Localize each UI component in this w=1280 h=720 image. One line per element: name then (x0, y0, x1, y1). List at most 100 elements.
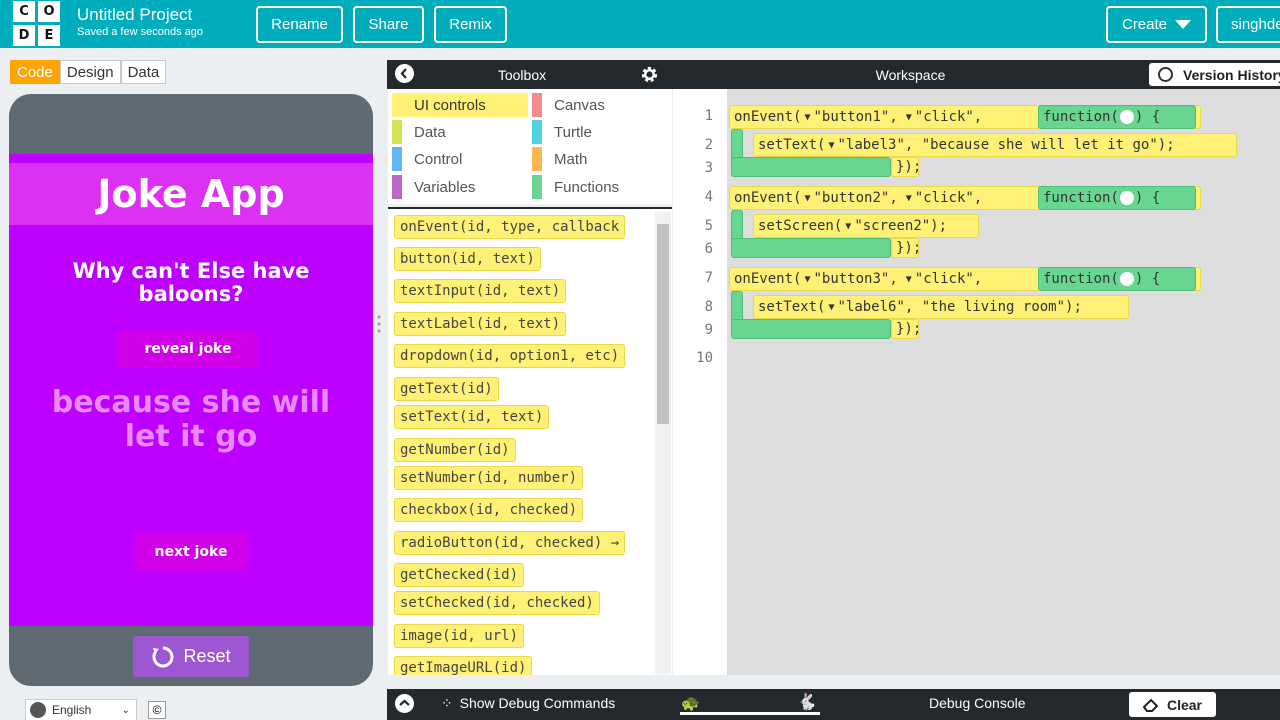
onevent-close: }); (891, 319, 921, 339)
toolbox-block-textlabel[interactable]: textLabel(id, text) (394, 312, 567, 336)
code-keyword: function( (1043, 109, 1119, 125)
function-close (731, 319, 891, 339)
dropdown-arrow-icon[interactable]: ▼ (804, 193, 810, 204)
line-number: 9 (704, 322, 713, 338)
reset-icon (152, 646, 174, 667)
resize-grip-icon[interactable] (377, 314, 381, 334)
category-label: Math (554, 150, 588, 168)
logo-letter: O (38, 1, 60, 22)
param-slot[interactable] (1119, 272, 1134, 286)
category-label: Functions (554, 178, 620, 196)
toolbox-block-textinput[interactable]: textInput(id, text) (394, 279, 567, 303)
category-variables[interactable]: Variables (392, 175, 528, 199)
user-menu-button[interactable]: singhde (1216, 6, 1280, 43)
toolbox-block-getchecked[interactable]: getChecked(id) (394, 563, 525, 587)
onevent-close: }); (891, 238, 921, 258)
category-label: Turtle (554, 123, 592, 141)
toolbox-block-dropdown[interactable]: dropdown(id, option1, etc) (394, 344, 626, 368)
event-type-value: "click", (914, 190, 983, 206)
category-turtle[interactable]: Turtle (532, 120, 668, 144)
dropdown-arrow-icon[interactable]: ▼ (828, 302, 834, 313)
gear-icon[interactable] (640, 65, 659, 84)
tab-data[interactable]: Data (120, 60, 167, 84)
category-ui-controls[interactable]: UI controls (392, 93, 528, 117)
code-keyword: onEvent( (734, 190, 802, 206)
settext-block[interactable]: setText( ▼ "label6", "the living room"); (753, 295, 1129, 319)
function-block[interactable]: function( ) { (1038, 105, 1196, 129)
dropdown-arrow-icon[interactable]: ▼ (906, 193, 912, 204)
param-slot[interactable] (1119, 191, 1134, 205)
function-block[interactable]: function( ) { (1038, 186, 1196, 210)
spinner-icon: ⁘ (441, 695, 453, 711)
project-title: Untitled Project (77, 5, 193, 24)
show-debug-commands-button[interactable]: ⁘ Show Debug Commands (441, 695, 615, 712)
caret-down-icon (1175, 20, 1192, 29)
version-history-button[interactable]: Version History (1149, 63, 1280, 86)
function-block[interactable]: function( ) { (1038, 267, 1196, 291)
app-preview-phone: Joke App Why can't Else have baloons? re… (9, 94, 373, 686)
clear-console-button[interactable]: Clear (1129, 692, 1216, 717)
speed-slider[interactable] (680, 712, 820, 715)
category-swatch (532, 147, 542, 171)
code-keyword: setText( (758, 137, 826, 153)
toolbox-block-getimageurl[interactable]: getImageURL(id) (394, 656, 533, 675)
debug-console-title: Debug Console (929, 695, 1026, 711)
reveal-joke-button[interactable]: reveal joke (118, 331, 258, 367)
param-slot[interactable] (1119, 110, 1134, 124)
next-joke-button[interactable]: next joke (135, 533, 247, 571)
language-select[interactable]: English ⌄ (25, 699, 137, 720)
copyright-icon[interactable]: © (148, 701, 166, 719)
code-org-logo[interactable]: C O D E (13, 1, 60, 46)
toolbox-block-checkbox[interactable]: checkbox(id, checked) (394, 498, 584, 522)
toolbox-scroll-thumb[interactable] (657, 224, 669, 424)
chevron-down-icon: ⌄ (121, 704, 130, 716)
remix-button[interactable]: Remix (434, 6, 507, 43)
toolbox-block-button[interactable]: button(id, text) (394, 247, 541, 271)
toolbox-block-onevent[interactable]: onEvent(id, type, callback (394, 215, 626, 239)
category-swatch (392, 147, 402, 171)
toolbox-block-settext[interactable]: setText(id, text) (394, 405, 550, 429)
settext-block[interactable]: setText( ▼ "label3", "because she will l… (753, 133, 1237, 157)
setscreen-block[interactable]: setScreen( ▼ "screen2"); (753, 214, 979, 238)
category-functions[interactable]: Functions (532, 175, 668, 199)
dropdown-arrow-icon[interactable]: ▼ (804, 274, 810, 285)
workspace-title: Workspace (875, 67, 946, 83)
category-canvas[interactable]: Canvas (532, 93, 668, 117)
dropdown-arrow-icon[interactable]: ▼ (845, 221, 851, 232)
category-math[interactable]: Math (532, 147, 668, 171)
toolbox-block-setchecked[interactable]: setChecked(id, checked) (394, 591, 600, 615)
category-label: Control (414, 150, 463, 168)
category-data[interactable]: Data (392, 120, 528, 144)
tab-design[interactable]: Design (59, 60, 121, 84)
user-name: singhde (1231, 16, 1280, 33)
rename-button[interactable]: Rename (256, 6, 343, 43)
dropdown-arrow-icon[interactable]: ▼ (828, 140, 834, 151)
toolbox-block-radiobutton[interactable]: radioButton(id, checked) → (394, 531, 626, 555)
line-number: 6 (704, 241, 713, 257)
tab-code[interactable]: Code (10, 60, 60, 84)
dropdown-arrow-icon[interactable]: ▼ (906, 274, 912, 285)
eraser-icon (1142, 698, 1159, 712)
call-args: "label3", "because she will let it go"); (837, 137, 1175, 153)
create-button[interactable]: Create (1106, 6, 1207, 43)
create-label: Create (1121, 16, 1168, 33)
event-id-value: "button1", (813, 109, 898, 125)
reset-button[interactable]: Reset (133, 636, 249, 677)
share-button[interactable]: Share (353, 6, 424, 43)
category-control[interactable]: Control (392, 147, 528, 171)
category-label: Variables (414, 178, 476, 196)
toolbox-block-setnumber[interactable]: setNumber(id, number) (394, 466, 584, 490)
code-workspace[interactable]: onEvent( ▼ "button1", ▼ "click", functio… (727, 89, 1280, 675)
dropdown-arrow-icon[interactable]: ▼ (804, 112, 810, 123)
toolbox-block-getnumber[interactable]: getNumber(id) (394, 438, 516, 462)
toolbox-block-image[interactable]: image(id, url) (394, 624, 525, 648)
toolbox-block-gettext[interactable]: getText(id) (394, 377, 499, 401)
function-close (731, 238, 891, 258)
event-id-value: "button2", (813, 190, 898, 206)
expand-debug-icon[interactable] (395, 694, 414, 713)
logo-letter: C (13, 1, 35, 22)
version-history-label: Version History (1183, 66, 1280, 83)
dropdown-arrow-icon[interactable]: ▼ (906, 112, 912, 123)
joke-answer-label: because she will let it go (51, 385, 331, 454)
category-swatch (532, 175, 542, 199)
